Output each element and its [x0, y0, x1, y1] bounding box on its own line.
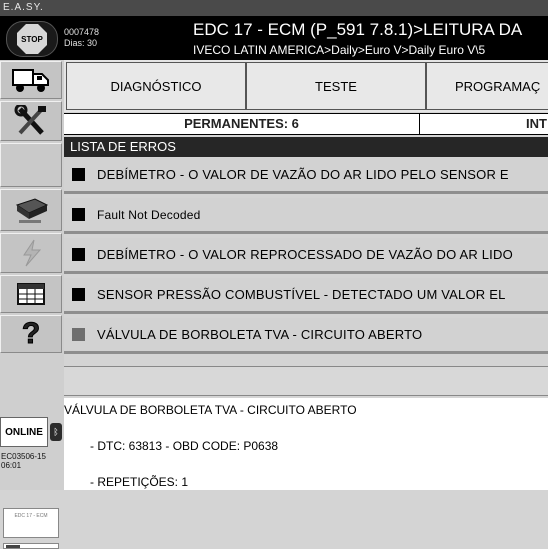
list-status-bar	[64, 366, 548, 396]
truck-icon	[12, 69, 49, 92]
error-row-selected[interactable]: VÁLVULA DE BORBOLETA TVA - CIRCUITO ABER…	[64, 318, 548, 354]
ecu-module-icon	[15, 198, 49, 223]
user-info: 0007478 Dias: 30	[64, 27, 99, 49]
error-row[interactable]: DEBÍMETRO - O VALOR REPROCESSADO DE VAZÃ…	[64, 238, 548, 274]
tab-diagnostico[interactable]: DIAGNÓSTICO	[66, 62, 246, 110]
error-counters: PERMANENTES: 6 INT	[64, 113, 548, 135]
error-indicator	[72, 328, 85, 341]
error-indicator	[72, 168, 85, 181]
error-text: Fault Not Decoded	[97, 207, 201, 222]
user-code: 0007478	[64, 27, 100, 37]
detail-repetitions: - REPETIÇÕES: 1	[90, 475, 189, 489]
error-text: DEBÍMETRO - O VALOR REPROCESSADO DE VAZÃ…	[97, 247, 513, 262]
error-text: DEBÍMETRO - O VALOR DE VAZÃO DO AR LIDO …	[97, 167, 509, 182]
vehicle-button[interactable]	[0, 61, 62, 99]
tools-icon	[14, 105, 46, 135]
blank-button[interactable]	[0, 143, 62, 187]
lightning-icon	[23, 239, 42, 267]
error-text: SENSOR PRESSÃO COMBUSTÍVEL - DETECTADO U…	[97, 287, 506, 302]
stop-button[interactable]: STOP	[6, 21, 58, 57]
table-icon	[17, 283, 45, 305]
error-indicator	[72, 288, 85, 301]
error-detail-panel: VÁLVULA DE BORBOLETA TVA - CIRCUITO ABER…	[64, 398, 548, 490]
tab-programacao[interactable]: PROGRAMAÇ	[426, 62, 548, 110]
table-button[interactable]	[0, 275, 62, 313]
error-text: VÁLVULA DE BORBOLETA TVA - CIRCUITO ABER…	[97, 327, 423, 342]
thumbnail-progress	[3, 543, 59, 549]
error-indicator	[72, 248, 85, 261]
app-title-bar: E.A.SY.	[0, 0, 548, 16]
main-tabs: DIAGNÓSTICO TESTE PROGRAMAÇ	[64, 60, 548, 112]
detail-title: VÁLVULA DE BORBOLETA TVA - CIRCUITO ABER…	[64, 403, 357, 417]
permanent-count[interactable]: PERMANENTES: 6	[64, 114, 420, 134]
ecu-button[interactable]	[0, 189, 62, 231]
ecu-date: EC03506-15 06:01	[1, 452, 46, 470]
error-row[interactable]: Fault Not Decoded	[64, 198, 548, 234]
ecu-thumbnail[interactable]: EDC 17 - ECM	[3, 508, 59, 538]
online-status[interactable]: ONLINE	[0, 417, 48, 447]
signal-button[interactable]	[0, 233, 62, 273]
intermittent-count[interactable]: INT	[420, 114, 548, 134]
sidebar: ? ONLINE ᛒ EC03506-15 06:01 EDC 17 - ECM	[0, 60, 64, 549]
help-button[interactable]: ?	[0, 315, 62, 353]
error-row[interactable]: DEBÍMETRO - O VALOR DE VAZÃO DO AR LIDO …	[64, 158, 548, 194]
question-icon: ?	[21, 317, 41, 351]
detail-dtc: - DTC: 63813 - OBD CODE: P0638	[90, 439, 279, 453]
error-indicator	[72, 208, 85, 221]
tab-teste[interactable]: TESTE	[246, 62, 426, 110]
error-row[interactable]: SENSOR PRESSÃO COMBUSTÍVEL - DETECTADO U…	[64, 278, 548, 314]
error-list-title: LISTA DE ERROS	[64, 137, 548, 157]
ecu-title: EDC 17 - ECM (P_591 7.8.1)>LEITURA DA	[193, 20, 523, 39]
tools-button[interactable]	[0, 101, 62, 141]
ecu-breadcrumb: IVECO LATIN AMERICA>Daily>Euro V>Daily E…	[193, 43, 486, 57]
bluetooth-icon[interactable]: ᛒ	[50, 423, 62, 441]
stop-icon: STOP	[17, 24, 47, 54]
days-remaining: Dias: 30	[64, 38, 98, 48]
header: STOP 0007478 Dias: 30 EDC 17 - ECM (P_59…	[0, 16, 548, 60]
